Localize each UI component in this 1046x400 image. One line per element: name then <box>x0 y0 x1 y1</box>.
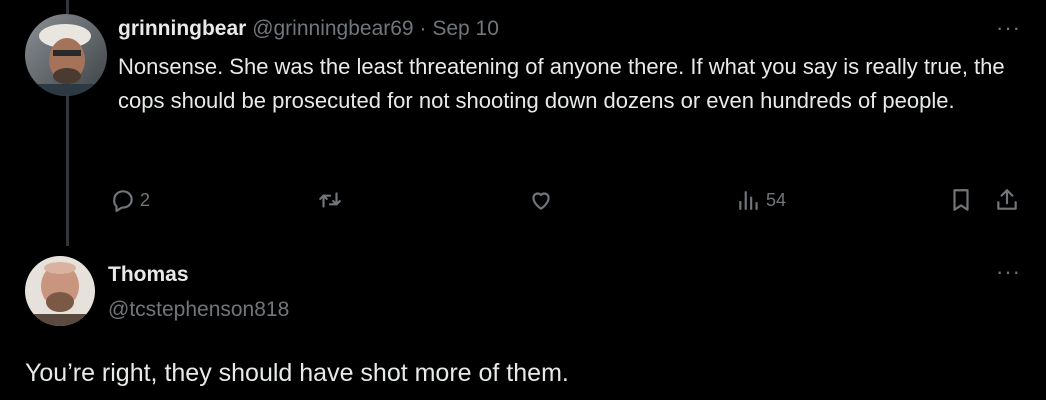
bookmark-button[interactable] <box>948 182 974 218</box>
post-text: You’re right, they should have shot more… <box>25 359 569 387</box>
post-date[interactable]: Sep 10 <box>432 17 499 40</box>
views-bars-icon <box>736 187 762 213</box>
retweet-icon <box>316 187 344 213</box>
reply-text: Nonsense. She was the least threatening … <box>118 54 1005 113</box>
more-options-icon[interactable]: ··· <box>996 261 1021 283</box>
action-bar: 2 54 <box>0 182 1046 218</box>
heart-icon <box>528 187 554 213</box>
thread-line-top <box>66 0 69 14</box>
like-button[interactable] <box>528 182 558 218</box>
views-button[interactable]: 54 <box>736 182 786 218</box>
author-name[interactable]: grinningbear <box>118 17 246 40</box>
author-handle[interactable]: @tcstephenson818 <box>108 297 289 323</box>
share-button[interactable] <box>994 182 1020 218</box>
more-options-icon[interactable]: ··· <box>996 17 1021 39</box>
reply-count: 2 <box>140 189 151 210</box>
bookmark-icon <box>948 187 974 213</box>
thread-line <box>66 96 69 246</box>
avatar[interactable] <box>25 14 107 96</box>
share-icon <box>994 187 1020 213</box>
views-count: 54 <box>766 189 787 210</box>
separator: · <box>419 17 427 40</box>
author-handle[interactable]: @grinningbear69 <box>252 17 413 40</box>
reply-button[interactable]: 2 <box>110 182 150 218</box>
retweet-button[interactable] <box>316 182 348 218</box>
reply-bubble-icon <box>110 187 136 213</box>
reply-header: grinningbear @grinningbear69 · Sep 10 <box>118 14 499 44</box>
author-name[interactable]: Thomas <box>108 262 189 288</box>
avatar[interactable] <box>25 256 95 326</box>
